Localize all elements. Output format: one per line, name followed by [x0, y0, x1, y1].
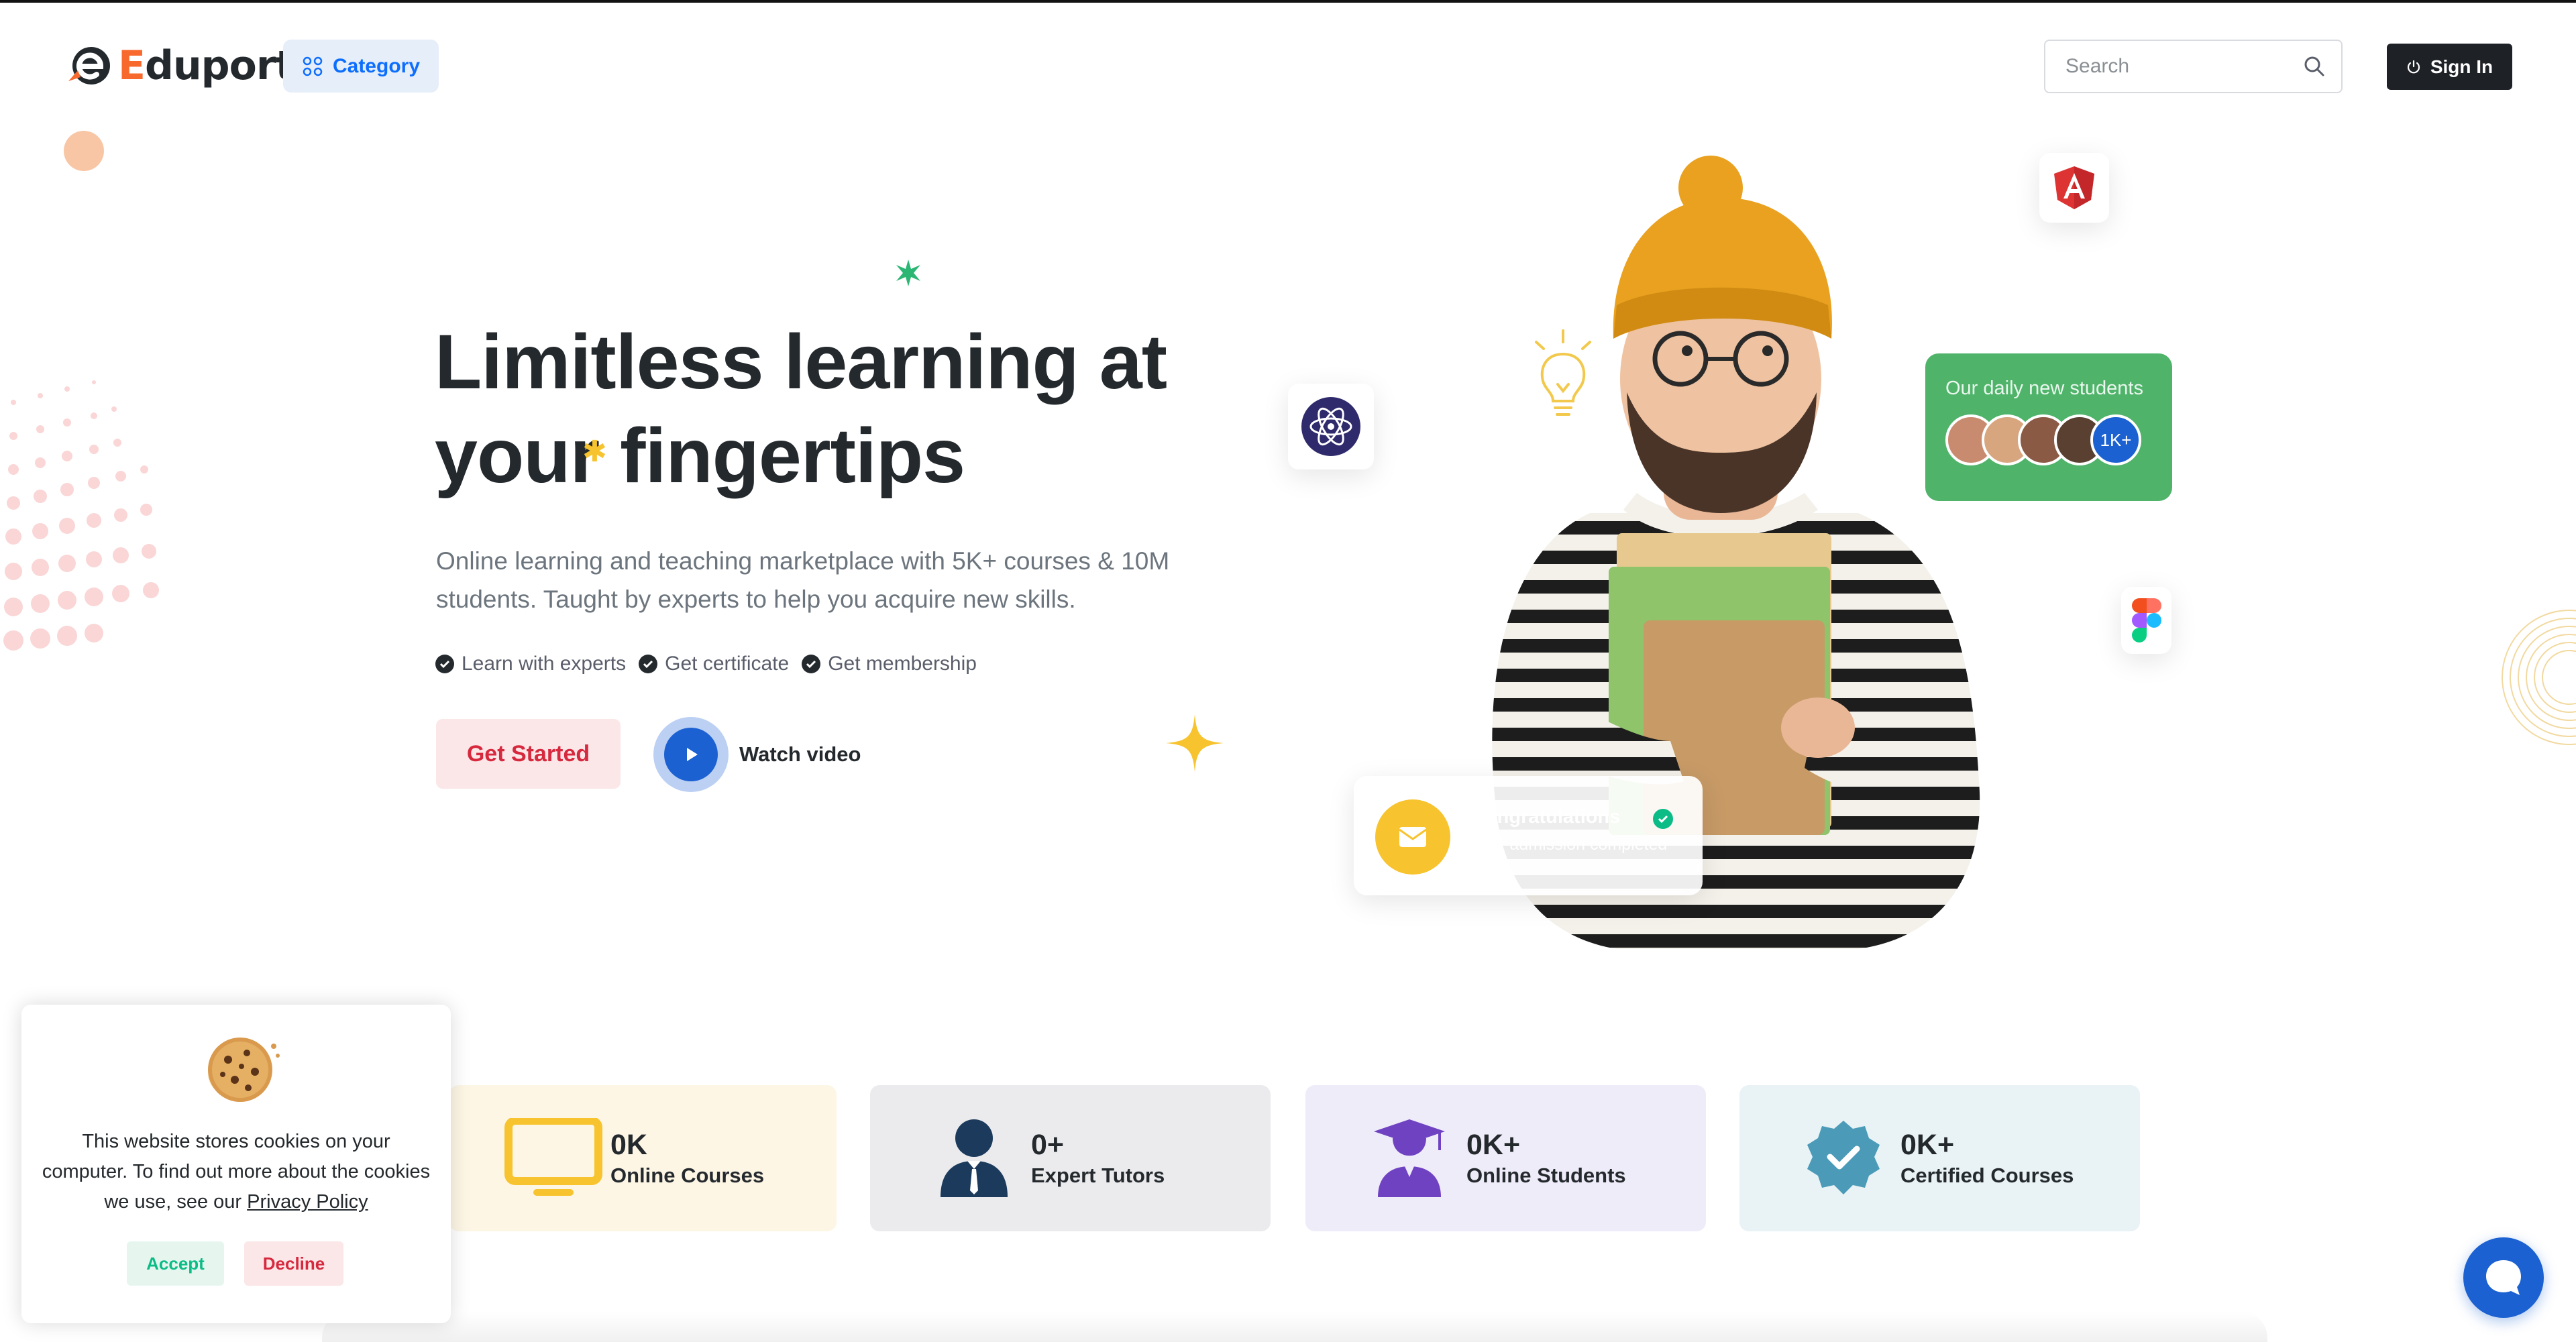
stat-label: Online Courses [610, 1164, 765, 1187]
cookie-consent-popup: This website stores cookies on your comp… [21, 1005, 451, 1323]
watch-video-label: Watch video [739, 742, 861, 766]
category-label: Category [332, 54, 421, 77]
search-box [2044, 40, 2343, 93]
sign-in-button[interactable]: Sign In [2387, 44, 2512, 90]
atom-icon-card [1288, 384, 1374, 469]
feature-item: Get certificate [638, 653, 789, 675]
privacy-policy-link[interactable]: Privacy Policy [247, 1191, 368, 1213]
power-icon [2407, 60, 2420, 73]
congrats-title: Congratulations [1471, 806, 1621, 828]
congrats-subtitle: Your admission completed [1471, 835, 1668, 854]
stat-value: 0K+ [1900, 1129, 1955, 1161]
search-icon[interactable] [2302, 54, 2326, 78]
decor-dots-pattern [3, 380, 159, 651]
stat-value: 0K+ [1466, 1129, 1521, 1161]
daily-students-card: Our daily new students 1K+ [1925, 353, 2172, 501]
chat-widget-button[interactable] [2463, 1237, 2544, 1318]
play-button[interactable] [653, 717, 729, 792]
feature-list: Learn with experts Get certificate Get m… [435, 653, 977, 675]
hero-title: Limitless learning at your ✱ fingertips [435, 315, 1240, 503]
atom-icon [1301, 397, 1360, 456]
get-started-button[interactable]: Get Started [436, 719, 621, 789]
hero-title-line1: Limitless learning at [435, 319, 1167, 405]
angular-icon-card [2039, 153, 2109, 223]
check-badge-icon [435, 655, 454, 673]
stat-label: Online Students [1466, 1164, 1626, 1187]
lightbulb-icon [1535, 329, 1591, 416]
decor-green-star [896, 260, 920, 286]
check-badge-icon [639, 655, 658, 673]
tutor-icon [924, 1108, 1024, 1209]
check-badge-icon [802, 655, 821, 673]
daily-students-title: Our daily new students [1945, 378, 2143, 399]
mail-badge [1375, 799, 1450, 875]
student-icon [1359, 1108, 1460, 1209]
cookie-message: This website stores cookies on your comp… [42, 1131, 431, 1213]
search-input[interactable] [2045, 41, 2300, 92]
stat-value: 0+ [1031, 1129, 1065, 1161]
category-button[interactable]: Category [283, 40, 439, 93]
avatar-group: 1K+ [1945, 414, 2152, 465]
hero-description: Online learning and teaching marketplace… [436, 547, 1170, 613]
logo-text: Eduport [118, 42, 294, 89]
stat-card-courses: 0K Online Courses [449, 1085, 837, 1231]
accept-cookies-button[interactable]: Accept [127, 1241, 224, 1286]
play-icon [687, 748, 698, 761]
hero-title-line2: your ✱ fingertips [435, 409, 1240, 503]
angular-icon [2054, 166, 2094, 209]
sign-in-label: Sign In [2430, 56, 2493, 77]
tv-icon [503, 1108, 604, 1209]
window-top-border [0, 0, 2576, 3]
section-shadow [322, 1311, 2267, 1342]
logo-mark-icon [66, 42, 113, 89]
decor-dot [64, 131, 104, 171]
stat-label: Certified Courses [1900, 1164, 2074, 1187]
stat-value: 0K [610, 1129, 647, 1161]
decor-sparkle [1166, 714, 1224, 772]
decor-rings [2502, 610, 2576, 745]
watch-video-button[interactable]: Watch video [653, 717, 861, 792]
envelope-icon [1399, 827, 1427, 847]
stat-card-certified: 0K+ Certified Courses [1739, 1085, 2140, 1231]
cookie-icon [208, 1038, 280, 1102]
check-circle-icon [1653, 809, 1673, 829]
grid-icon [303, 56, 323, 76]
decline-cookies-button[interactable]: Decline [244, 1241, 343, 1286]
congratulations-card: Congratulations Your admission completed [1354, 776, 1703, 895]
stat-card-tutors: 0+ Expert Tutors [870, 1085, 1271, 1231]
stat-card-students: 0K+ Online Students [1305, 1085, 1706, 1231]
star-decor-icon: ✱ [582, 435, 607, 468]
feature-item: Learn with experts [435, 653, 626, 675]
certified-icon [1793, 1108, 1894, 1209]
feature-item: Get membership [801, 653, 977, 675]
chat-bubble-icon [2486, 1260, 2521, 1295]
stat-label: Expert Tutors [1031, 1164, 1165, 1187]
figma-icon [2131, 598, 2161, 642]
daily-count-badge: 1K+ [2090, 414, 2141, 465]
figma-icon-card [2121, 587, 2171, 654]
logo[interactable]: Eduport [66, 42, 294, 90]
